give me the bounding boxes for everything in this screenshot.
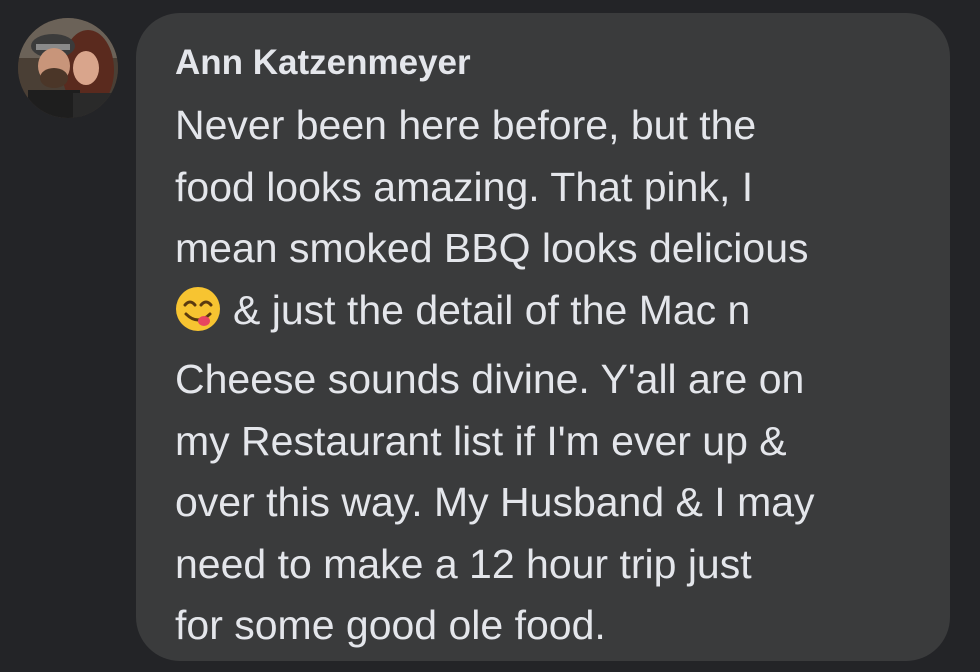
avatar-photo	[18, 18, 118, 118]
comment-line: food looks amazing. That pink, I	[175, 163, 754, 210]
comment-line: for some good ole food.	[175, 602, 606, 648]
comment-author[interactable]: Ann Katzenmeyer	[175, 41, 920, 85]
comment-line: Never been here before, but the	[175, 102, 757, 148]
comment-text: Never been here before, but the food loo…	[175, 95, 935, 657]
comment-line: need to make a 12 hour trip just	[175, 540, 752, 587]
comment-bubble: Ann Katzenmeyer Never been here before, …	[136, 13, 950, 661]
avatar[interactable]	[18, 18, 118, 118]
comment-line: over this way. My Husband & I may	[175, 479, 815, 525]
comment-line-text: & just the detail of the Mac n	[233, 286, 751, 333]
comment-line: Cheese sounds divine. Y'all are on	[175, 356, 805, 402]
comment-line: mean smoked BBQ looks delicious	[175, 225, 809, 271]
comment-line: my Restaurant list if I'm ever up &	[175, 417, 787, 464]
comment-line-with-emoji: & just the detail of the Mac n	[175, 280, 935, 350]
face-savoring-food-emoji	[175, 286, 221, 350]
